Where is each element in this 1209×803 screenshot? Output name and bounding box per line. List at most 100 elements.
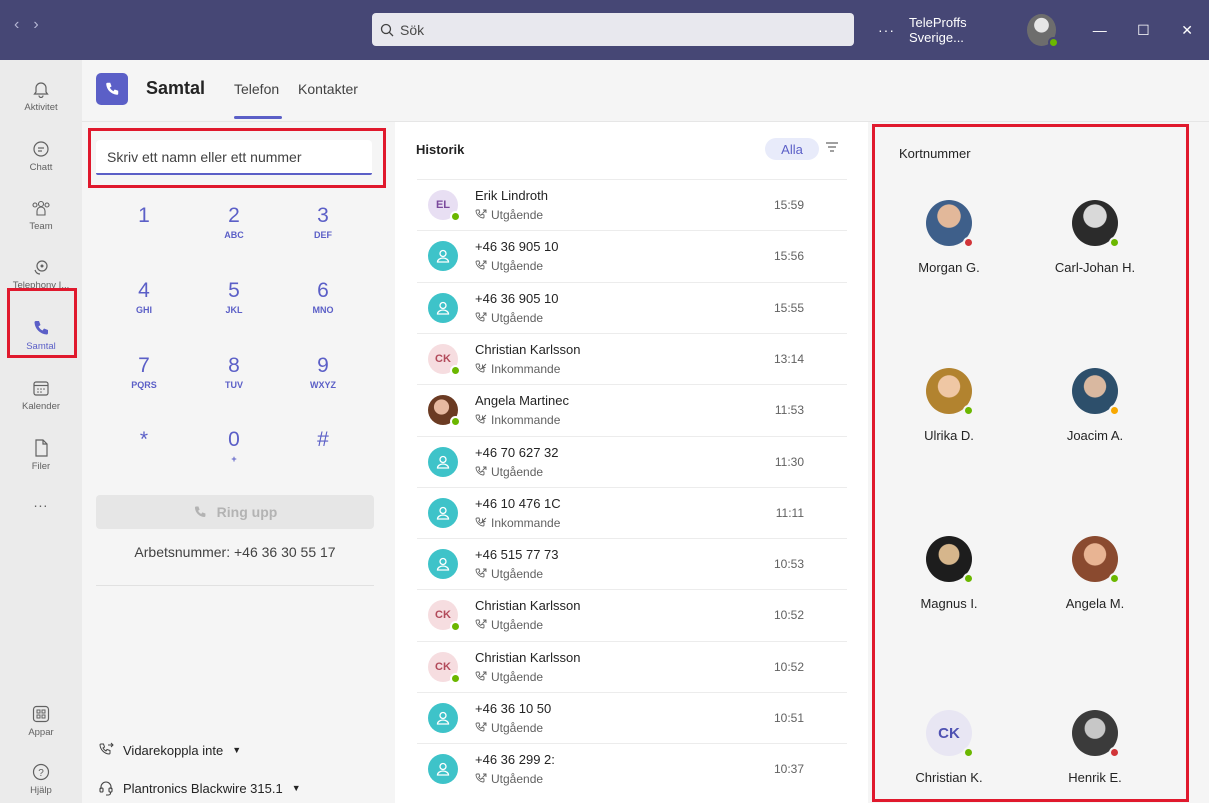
file-icon	[31, 438, 51, 458]
outgoing-call-icon	[475, 619, 487, 629]
speed-dial-name: Joacim A.	[1066, 428, 1124, 443]
presence-icon	[1109, 405, 1120, 416]
dial-key-5[interactable]: 5 JKL	[204, 279, 264, 315]
speed-dial-name: Morgan G.	[918, 260, 980, 275]
key-letters: WXYZ	[310, 380, 336, 390]
rail-item-more[interactable]: ...	[0, 474, 82, 530]
history-row[interactable]: +46 36 10 50 Utgående 10:51	[417, 692, 847, 743]
outgoing-call-icon	[475, 209, 487, 219]
number-input[interactable]	[96, 140, 372, 175]
call-time: 10:37	[773, 762, 804, 777]
key-number: 9	[317, 354, 329, 377]
dial-key-6[interactable]: 6 MNO	[293, 279, 353, 315]
history-title: Historik	[416, 142, 465, 157]
dial-key-8[interactable]: 8 TUV	[204, 354, 264, 390]
dial-key-1[interactable]: 1	[114, 204, 174, 230]
rail-item-chat[interactable]: Chatt	[0, 128, 82, 184]
call-direction: Inkommande	[475, 362, 560, 376]
key-letters: DEF	[314, 230, 332, 240]
history-row[interactable]: EL Erik Lindroth Utgående 15:59	[417, 179, 847, 230]
app-rail: Aktivitet Chatt Team Telephony I... Samt…	[0, 60, 82, 803]
presence-available-icon	[450, 672, 461, 684]
speed-dial-name: Carl-Johan H.	[1054, 260, 1136, 275]
call-direction: Inkommande	[475, 413, 560, 427]
rail-item-calendar[interactable]: Kalender	[0, 367, 82, 423]
speed-dial-contact[interactable]: Ulrika D.	[894, 368, 1004, 443]
rail-item-activity[interactable]: Aktivitet	[0, 68, 82, 124]
rail-item-apps[interactable]: Appar	[0, 693, 82, 749]
dial-key-hash[interactable]: #	[293, 428, 353, 454]
call-direction-label: Inkommande	[491, 515, 561, 530]
speed-dial-contact[interactable]: Magnus I.	[894, 536, 1004, 611]
contact-avatar: EL	[428, 190, 461, 222]
more-options-icon[interactable]: ···	[878, 22, 895, 38]
presence-icon	[1109, 573, 1120, 584]
speed-dial-contact[interactable]: Morgan G.	[894, 200, 1004, 275]
history-row[interactable]: +46 10 476 1C Inkommande 11:11	[417, 486, 847, 538]
history-row[interactable]: +46 70 627 32 Utgående 11:30	[417, 435, 847, 487]
presence-available-icon	[450, 364, 461, 376]
call-time: 15:55	[773, 300, 804, 315]
call-direction-label: Inkommande	[491, 413, 561, 428]
device-dropdown[interactable]: Plantronics Blackwire 315.1 ▼	[98, 780, 301, 796]
rail-item-help[interactable]: ? Hjälp	[0, 751, 82, 803]
dial-key-2[interactable]: 2 ABC	[204, 204, 264, 240]
speed-dial-contact[interactable]: Joacim A.	[1040, 368, 1150, 443]
history-row[interactable]: +46 515 77 73 Utgående 10:53	[417, 538, 847, 589]
maximize-button[interactable]: ☐	[1122, 22, 1166, 39]
call-direction-label: Utgående	[491, 618, 544, 633]
speed-dial-name: Ulrika D.	[924, 428, 974, 443]
call-direction: Utgående	[475, 772, 543, 786]
dial-key-4[interactable]: 4 GHI	[114, 279, 174, 315]
filter-all-button[interactable]: Alla	[765, 138, 819, 160]
history-row[interactable]: +46 36 905 10 Utgående 15:56	[417, 230, 847, 281]
history-row[interactable]: CK Christian Karlsson Inkommande 13:14	[417, 332, 847, 384]
call-direction-label: Inkommande	[491, 361, 561, 376]
forward-icon[interactable]: ›	[33, 16, 38, 34]
title-bar: ‹ › Sök ··· TeleProffs Sverige... — ☐ ✕	[0, 0, 1209, 60]
user-avatar[interactable]	[1026, 14, 1059, 48]
call-forward-icon	[99, 742, 114, 755]
dial-key-0[interactable]: 0 +	[204, 428, 264, 464]
dial-key-9[interactable]: 9 WXYZ	[293, 354, 353, 390]
back-icon[interactable]: ‹	[14, 16, 19, 34]
speed-dial-contact[interactable]: Angela M.	[1040, 536, 1150, 611]
filter-icon[interactable]	[825, 140, 839, 154]
history-row[interactable]: CK Christian Karlsson Utgående 10:52	[417, 589, 847, 640]
history-contact-name: +46 36 299 2:	[475, 752, 555, 768]
minimize-button[interactable]: —	[1078, 22, 1122, 38]
search-box[interactable]: Sök	[372, 13, 854, 46]
person-icon	[436, 763, 450, 776]
tab-phone[interactable]: Telefon	[234, 81, 279, 97]
contact-avatar: CK	[428, 651, 461, 684]
history-contact-name: Erik Lindroth	[475, 188, 548, 203]
help-icon: ?	[31, 762, 51, 782]
call-button[interactable]: Ring upp	[96, 495, 374, 529]
key-number: 3	[317, 204, 329, 227]
speed-dial-contact[interactable]: Henrik E.	[1040, 710, 1150, 785]
rail-item-team[interactable]: Team	[0, 187, 82, 243]
history-row[interactable]: CK Christian Karlsson Utgående 10:52	[417, 640, 847, 692]
speed-dial-contact[interactable]: Carl-Johan H.	[1040, 200, 1150, 275]
key-number: 6	[317, 279, 329, 302]
dial-key-star[interactable]: *	[114, 428, 174, 454]
history-row[interactable]: +46 36 299 2: Utgående 10:37	[417, 743, 847, 794]
tab-contacts[interactable]: Kontakter	[298, 81, 358, 97]
dial-key-3[interactable]: 3 DEF	[293, 204, 353, 240]
key-letters: ABC	[224, 230, 244, 240]
history-row[interactable]: Angela Martinec Inkommande 11:53	[417, 384, 847, 435]
contact-avatar	[428, 549, 458, 580]
close-button[interactable]: ✕	[1165, 22, 1209, 39]
org-name[interactable]: TeleProffs Sverige...	[909, 15, 1015, 45]
dial-key-7[interactable]: 7 PQRS	[114, 354, 174, 390]
history-contact-name: +46 36 905 10	[475, 239, 559, 255]
call-direction: Utgående	[475, 567, 543, 581]
history-contact-name: +46 10 476 1C	[475, 495, 561, 511]
history-contact-name: +46 36 10 50	[475, 701, 552, 716]
forwarding-dropdown[interactable]: Vidarekoppla inte ▼	[98, 742, 241, 758]
history-row[interactable]: +46 36 905 10 Utgående 15:55	[417, 281, 847, 333]
contact-avatar	[428, 241, 458, 272]
speed-dial-contact[interactable]: CK Christian K.	[894, 710, 1004, 785]
avatar	[1072, 710, 1120, 758]
speed-dial-name: Christian K.	[915, 770, 983, 785]
